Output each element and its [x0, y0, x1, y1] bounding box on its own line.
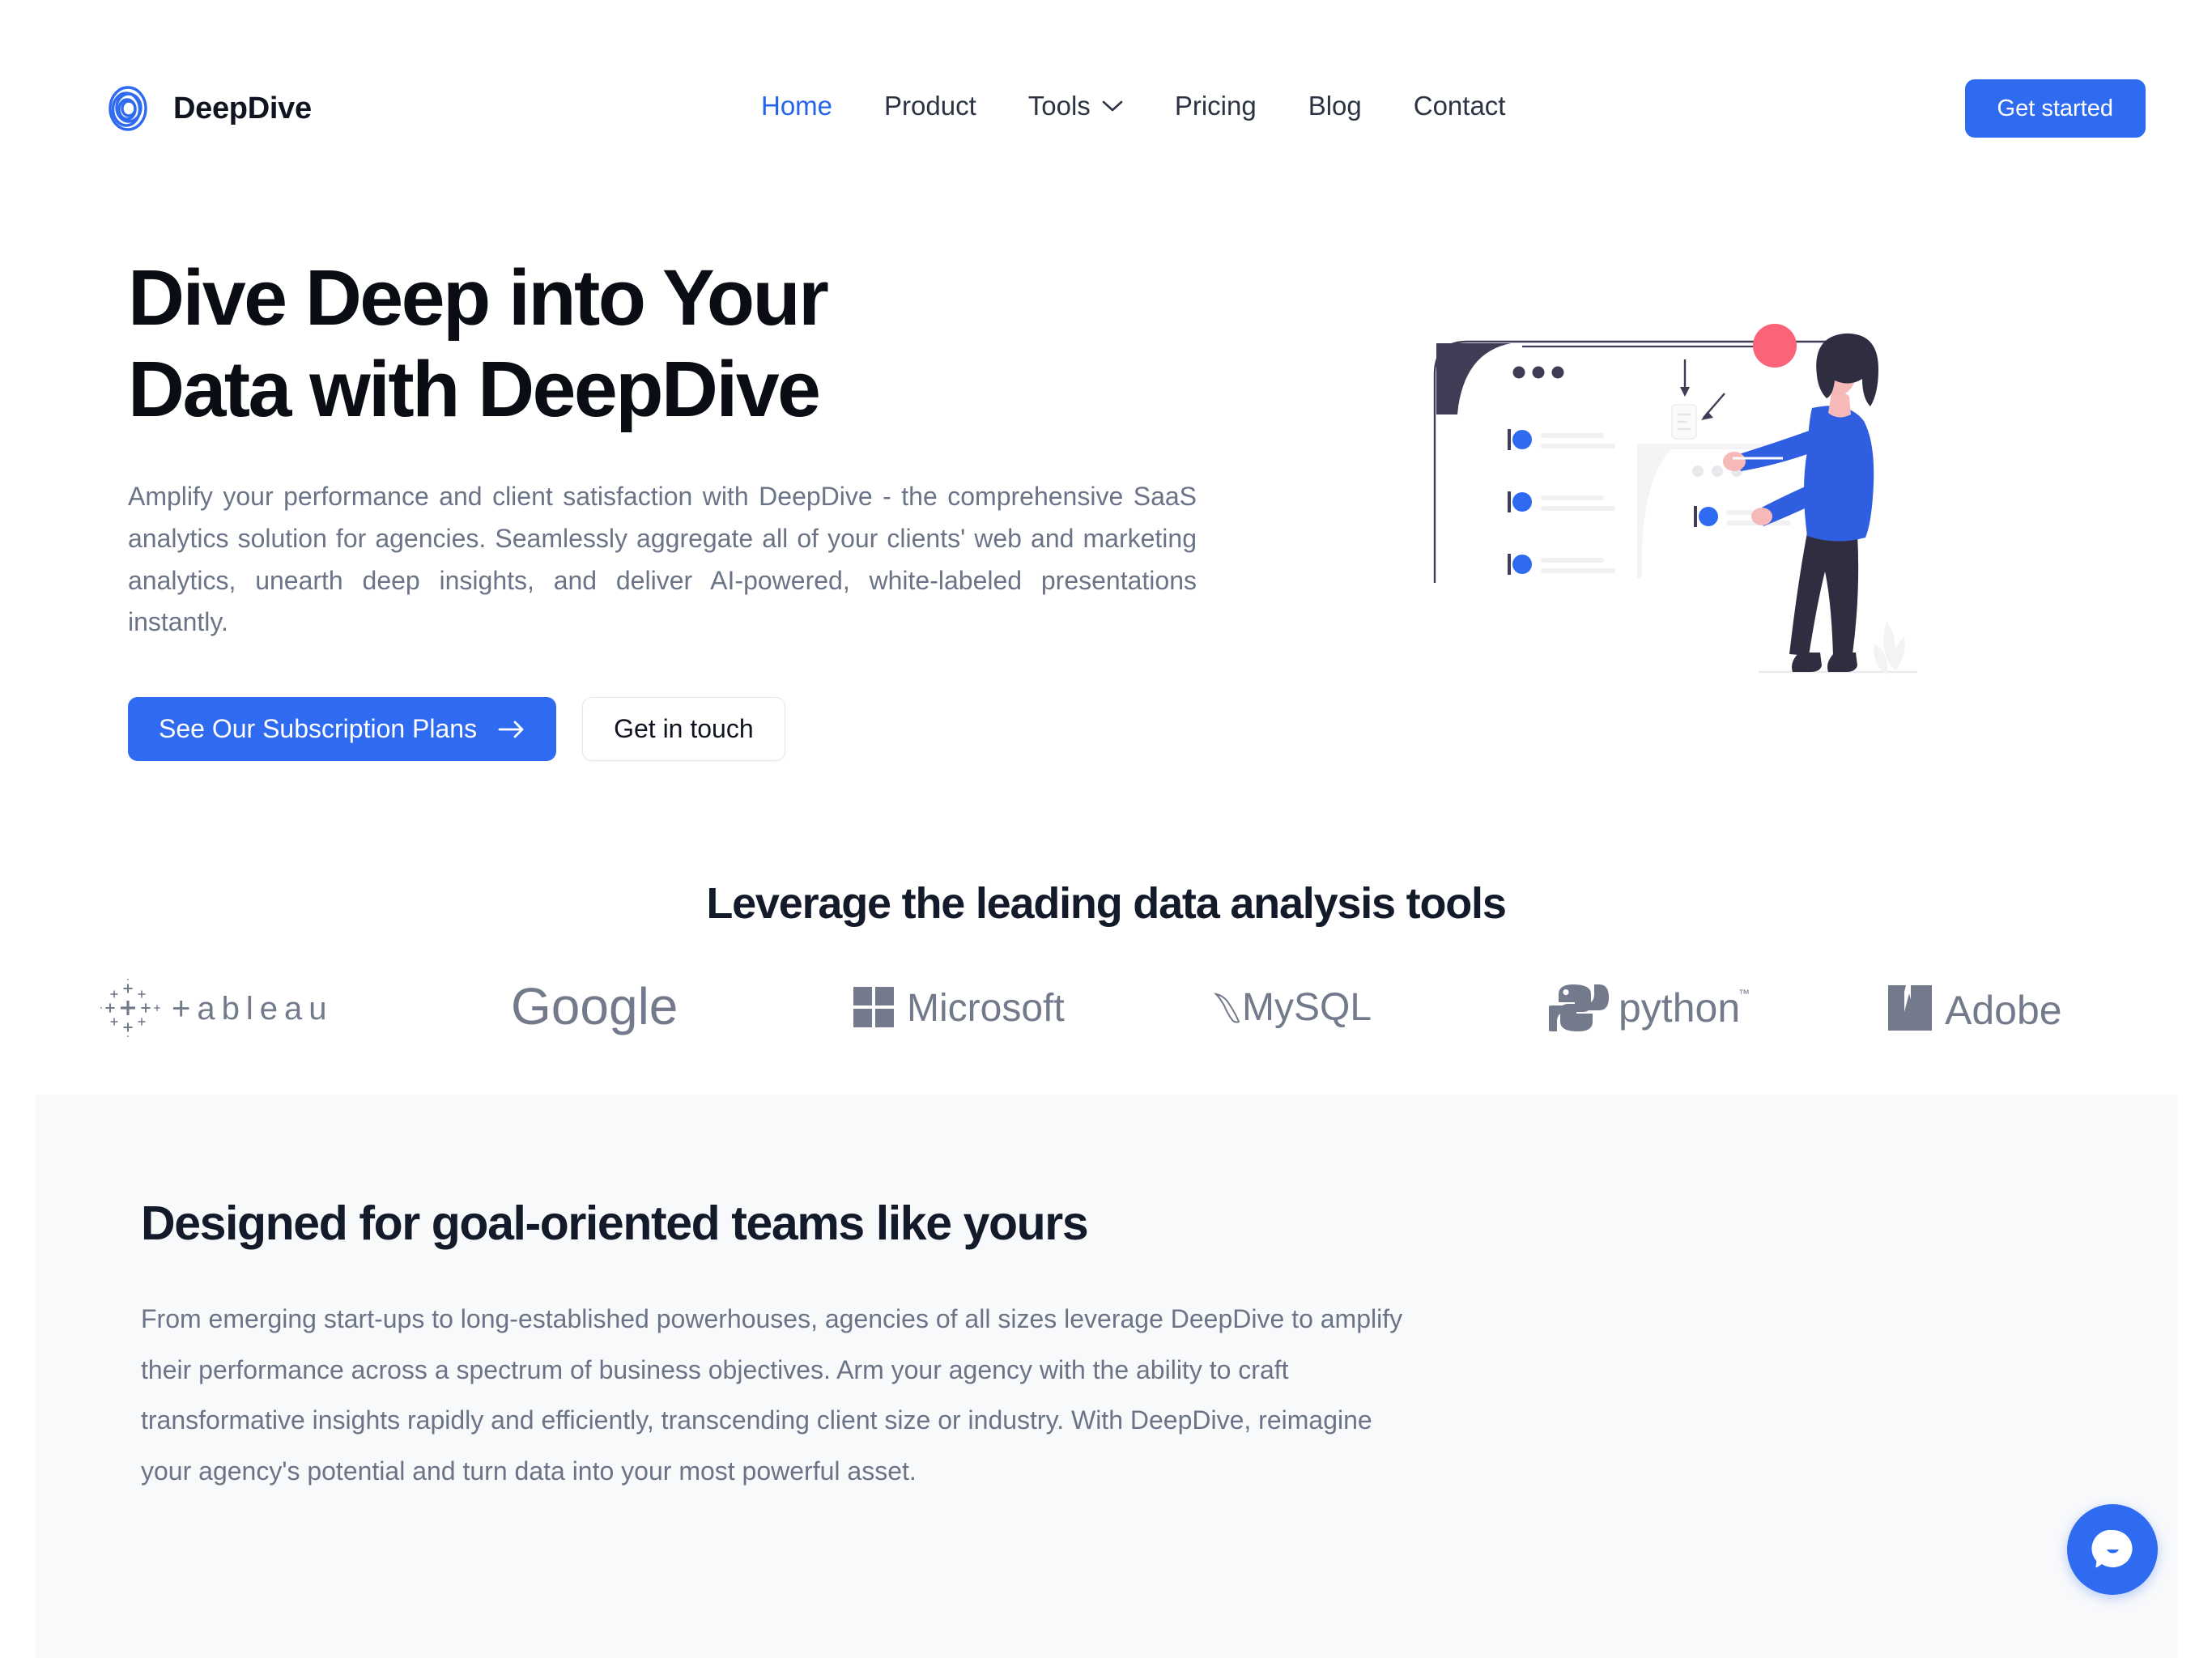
woman-with-dashboard-illustration [1433, 324, 1917, 674]
svg-text:MySQL: MySQL [1242, 986, 1372, 1029]
chevron-down-icon [1102, 100, 1123, 112]
logo-python: python ™ [1549, 967, 1761, 1048]
page-title: Dive Deep into Your Data with DeepDive [128, 253, 1180, 435]
arrow-right-icon [498, 721, 524, 738]
google-logo-icon: Google [511, 977, 678, 1035]
nav-item-pricing[interactable]: Pricing [1149, 91, 1283, 121]
adobe-logo-icon: Adobe [1887, 985, 2062, 1033]
get-in-touch-button[interactable]: Get in touch [582, 697, 785, 761]
tableau-logo-icon: +ableau [100, 979, 333, 1037]
nav-item-blog[interactable]: Blog [1283, 91, 1388, 121]
nav-item-contact[interactable]: Contact [1388, 91, 1532, 121]
nav-label-home: Home [761, 91, 833, 121]
hero-title-line1: Dive Deep into Your [128, 253, 829, 342]
chat-bubble-icon [2091, 1529, 2133, 1568]
chat-widget-button[interactable] [2067, 1504, 2158, 1595]
logo-mysql: MySQL [1213, 967, 1423, 1048]
nav-item-tools[interactable]: Tools [1002, 91, 1149, 121]
nav-item-product[interactable]: Product [858, 91, 1002, 121]
mysql-logo-icon: MySQL [1214, 986, 1372, 1029]
svg-text:+ableau: +ableau [172, 991, 333, 1027]
logo-adobe: Adobe [1887, 967, 2116, 1048]
svg-text:™: ™ [1738, 987, 1750, 1000]
microsoft-logo-icon: Microsoft [853, 987, 1065, 1030]
site-header: DeepDive Home Product Tools Pricing Blog [0, 0, 2212, 202]
hero-subtitle: Amplify your performance and client sati… [128, 482, 1197, 637]
partner-logo-row: +ableau Google Microsoft MySQL python ™ … [100, 959, 2116, 1056]
subscription-plans-button[interactable]: See Our Subscription Plans [128, 697, 557, 761]
svg-text:Microsoft: Microsoft [907, 987, 1065, 1030]
spiral-logo-icon [108, 86, 147, 131]
python-logo-icon: python ™ [1549, 984, 1750, 1031]
designed-section-title: Designed for goal-oriented teams like yo… [141, 1197, 1089, 1250]
svg-text:Adobe: Adobe [1945, 988, 2062, 1033]
tools-heading: Leverage the leading data analysis tools [706, 879, 1507, 928]
designed-for-teams-section: Designed for goal-oriented teams like yo… [36, 1095, 2178, 1658]
logo-microsoft: Microsoft [853, 967, 1088, 1048]
designed-section-body: From emerging start-ups to long-establis… [141, 1304, 1403, 1486]
main-navigation: Home Product Tools Pricing Blog Contact [735, 91, 1531, 121]
svg-text:python: python [1619, 985, 1740, 1031]
hero-title-line2: Data with DeepDive [128, 344, 821, 433]
nav-label-blog: Blog [1308, 91, 1362, 121]
svg-text:Google: Google [511, 977, 678, 1035]
brand-name: DeepDive [173, 91, 312, 125]
logo-tableau: +ableau [100, 967, 385, 1048]
brand-logo-link[interactable]: DeepDive [100, 81, 312, 136]
get-started-button[interactable]: Get started [1964, 79, 2146, 138]
nav-label-pricing: Pricing [1174, 91, 1257, 121]
hero-cta-group: See Our Subscription Plans Get in touch [128, 697, 785, 761]
nav-label-tools: Tools [1027, 91, 1091, 121]
nav-label-product: Product [884, 91, 976, 121]
logo-google: Google [511, 967, 728, 1048]
nav-item-home[interactable]: Home [735, 91, 858, 121]
subscription-plans-label: See Our Subscription Plans [159, 714, 478, 743]
landing-page: DeepDive Home Product Tools Pricing Blog [0, 0, 2212, 1658]
nav-label-contact: Contact [1413, 91, 1506, 121]
